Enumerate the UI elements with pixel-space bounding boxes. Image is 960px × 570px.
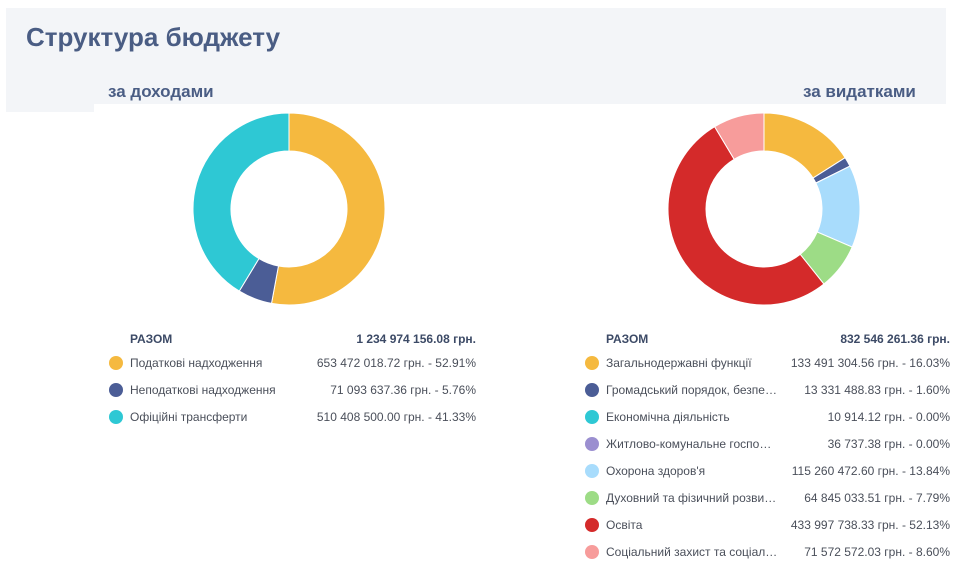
legend-item-value: 115 260 472.60 грн. - 13.84% (791, 464, 950, 478)
legend-item-value: 64 845 033.51 грн. - 7.79% (804, 491, 950, 505)
legend-dot-icon (585, 383, 599, 397)
expense-legend-item[interactable]: Загальнодержавні функції 133 491 304.56 г… (580, 354, 950, 381)
legend-item-value: 10 914.12 грн. - 0.00% (827, 410, 950, 424)
legend-item-value: 510 408 500.00 грн. - 41.33% (316, 410, 476, 424)
expense-legend-item[interactable]: Громадський порядок, безпе… 13 331 488.83… (580, 381, 950, 408)
legend-item-name: Освіта (606, 518, 643, 532)
expense-legend-item[interactable]: Економічна діяльність 10 914.12 грн. - 0.… (580, 408, 950, 435)
legend-dot-icon (585, 464, 599, 478)
legend-item-value: 13 331 488.83 грн. - 1.60% (804, 383, 950, 397)
expense-total-row: РАЗОМ 832 546 261.36 грн. (580, 330, 950, 350)
expense-section-title: за видатками (803, 82, 916, 101)
legend-item-name: Охорона здоров'я (606, 464, 706, 478)
legend-item-value: 653 472 018.72 грн. - 52.91% (316, 356, 476, 370)
legend-dot-icon (585, 356, 599, 370)
income-total-label: РАЗОМ (130, 332, 173, 346)
legend-item-value: 71 572 572.03 грн. - 8.60% (804, 545, 950, 559)
legend-dot-icon (109, 356, 123, 370)
legend-item-name: Загальнодержавні функції (606, 356, 752, 370)
legend-item-name: Житлово-комунальне госпо… (606, 437, 772, 451)
expense-total-value: 832 546 261.36 грн. (840, 332, 950, 346)
legend-dot-icon (585, 491, 599, 505)
income-legend-item[interactable]: Неподаткові надходження 71 093 637.36 грн… (104, 381, 476, 408)
legend-dot-icon (585, 410, 599, 424)
income-total-value: 1 234 974 156.08 грн. (356, 332, 476, 346)
legend-item-value: 133 491 304.56 грн. - 16.03% (790, 356, 950, 370)
expense-total-label: РАЗОМ (606, 332, 649, 346)
expense-legend-item[interactable]: Духовний та фізичний розви… 64 845 033.51… (580, 489, 950, 516)
expense-legend-item[interactable]: Освіта 433 997 738.33 грн. - 52.13% (580, 516, 950, 543)
expense-legend-item[interactable]: Житлово-комунальне госпо… 36 737.38 грн. … (580, 435, 950, 462)
legend-item-name: Духовний та фізичний розви… (606, 491, 777, 505)
income-legend-item[interactable]: Офіційні трансферти 510 408 500.00 грн. -… (104, 408, 476, 435)
income-donut-slice[interactable] (193, 112, 290, 292)
legend-item-value: 36 737.38 грн. - 0.00% (827, 437, 950, 451)
legend-item-name: Неподаткові надходження (130, 383, 276, 397)
legend-dot-icon (585, 545, 599, 559)
income-total-row: РАЗОМ 1 234 974 156.08 грн. (104, 330, 476, 350)
legend-item-value: 433 997 738.33 грн. - 52.13% (790, 518, 950, 532)
expense-legend-item[interactable]: Соціальний захист та соціал… 71 572 572.0… (580, 543, 950, 570)
legend-item-name: Податкові надходження (130, 356, 263, 370)
legend-item-name: Громадський порядок, безпе… (606, 383, 777, 397)
page-title: Структура бюджету (26, 22, 281, 52)
legend-item-name: Соціальний захист та соціал… (606, 545, 778, 559)
expense-legend: РАЗОМ 832 546 261.36 грн. Загальнодержав… (580, 330, 950, 570)
legend-dot-icon (585, 518, 599, 532)
legend-dot-icon (109, 383, 123, 397)
income-legend: РАЗОМ 1 234 974 156.08 грн. Податкові на… (104, 330, 476, 435)
legend-item-name: Офіційні трансферти (130, 410, 248, 424)
expense-legend-item[interactable]: Охорона здоров'я 115 260 472.60 грн. - 13… (580, 462, 950, 489)
legend-dot-icon (109, 410, 123, 424)
income-legend-item[interactable]: Податкові надходження 653 472 018.72 грн.… (104, 354, 476, 381)
legend-item-name: Економічна діяльність (606, 410, 730, 424)
expense-donut-chart (668, 112, 860, 306)
legend-dot-icon (585, 437, 599, 451)
income-section-title: за доходами (108, 82, 214, 101)
income-donut-chart (193, 112, 385, 306)
legend-item-value: 71 093 637.36 грн. - 5.76% (330, 383, 476, 397)
